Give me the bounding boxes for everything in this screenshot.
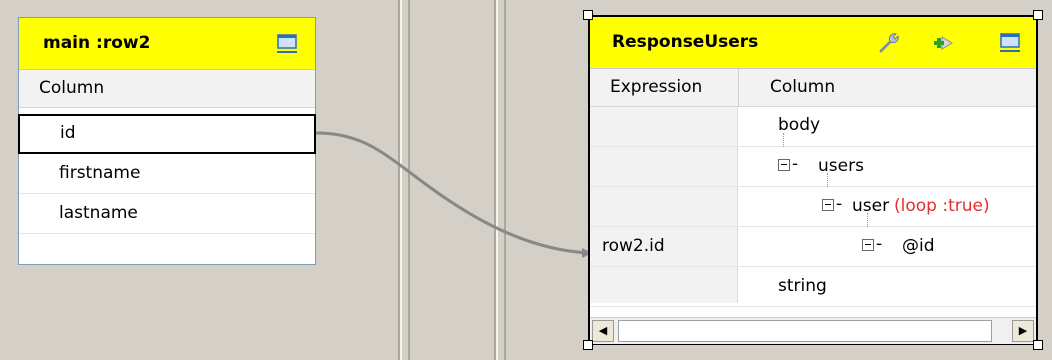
add-output-icon[interactable]: [930, 31, 954, 55]
collapse-icon[interactable]: [778, 159, 790, 171]
target-output-panel[interactable]: ResponseUsers Expression Column body - u…: [588, 15, 1038, 345]
expression-value[interactable]: row2.id: [602, 236, 665, 256]
tree-connector: -: [792, 154, 799, 174]
scroll-thumb[interactable]: [618, 320, 992, 342]
horizontal-scrollbar[interactable]: ◀ ▶: [590, 317, 1036, 344]
column-header-label: Column: [770, 77, 836, 97]
tree-guide: [867, 213, 868, 227]
tree-row-string[interactable]: string: [590, 267, 1036, 307]
target-panel-title: ResponseUsers: [612, 32, 759, 52]
resize-handle-br[interactable]: [1033, 340, 1043, 350]
wrench-icon[interactable]: [876, 31, 900, 55]
collapse-icon[interactable]: [862, 239, 874, 251]
resize-handle-tr[interactable]: [1033, 10, 1043, 20]
panel-minimize-icon[interactable]: [998, 31, 1022, 55]
column-header-separator[interactable]: [738, 69, 739, 107]
tree-row-body[interactable]: body: [590, 107, 1036, 147]
scroll-left-button[interactable]: ◀: [592, 320, 614, 342]
tree-row-id[interactable]: row2.id - @id: [590, 227, 1036, 267]
collapse-icon[interactable]: [822, 199, 834, 211]
tree-row-users[interactable]: - users: [590, 147, 1036, 187]
tree-node-label: user: [852, 196, 890, 216]
tree-node-label: body: [778, 115, 821, 135]
tree-node-label: string: [778, 276, 827, 296]
tree-node-label: users: [818, 156, 864, 176]
target-column-header[interactable]: Expression Column: [590, 69, 1036, 107]
tree-guide: [827, 173, 828, 187]
tree-node-label: @id: [902, 236, 935, 256]
scroll-right-button[interactable]: ▶: [1012, 320, 1034, 342]
resize-handle-tl[interactable]: [583, 10, 593, 20]
loop-flag: (loop :true): [894, 196, 990, 216]
tree-row-user[interactable]: - user (loop :true): [590, 187, 1036, 227]
tree-connector: -: [836, 194, 843, 214]
tree-guide: [783, 133, 784, 147]
resize-handle-bl[interactable]: [583, 340, 593, 350]
tree-connector: -: [876, 234, 883, 254]
expression-header-label: Expression: [610, 77, 703, 97]
target-panel-header[interactable]: ResponseUsers: [590, 17, 1036, 69]
